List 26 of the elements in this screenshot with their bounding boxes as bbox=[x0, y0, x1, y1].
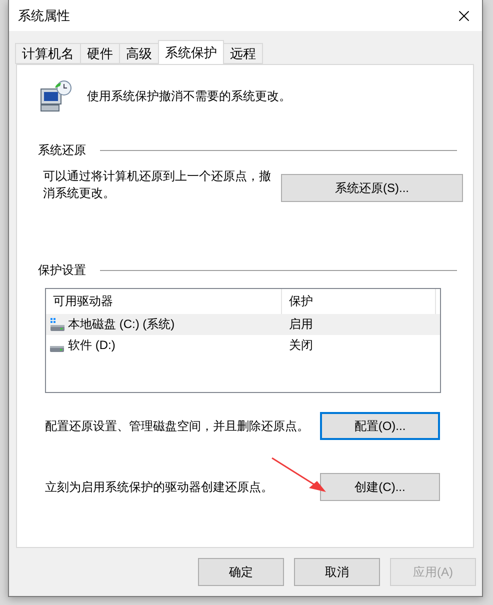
restore-description: 可以通过将计算机还原到上一个还原点，撤消系统更改。 bbox=[43, 168, 272, 202]
dialog-button[interactable]: 确定 bbox=[198, 558, 284, 586]
group-heading: 系统还原 bbox=[38, 142, 86, 159]
drive-icon bbox=[50, 346, 64, 352]
intro-text: 使用系统保护撤消不需要的系统更改。 bbox=[87, 88, 291, 104]
protection-status: 关闭 bbox=[288, 337, 314, 354]
action-description: 配置还原设置、管理磁盘空间，并且删除还原点。 bbox=[45, 418, 309, 434]
protection-status: 启用 bbox=[288, 316, 314, 333]
group-heading: 保护设置 bbox=[38, 262, 86, 279]
computer-restore-icon bbox=[39, 80, 73, 112]
tab[interactable]: 系统保护 bbox=[158, 40, 224, 64]
window-title: 系统属性 bbox=[18, 6, 70, 24]
tab[interactable]: 远程 bbox=[223, 43, 263, 64]
action-button[interactable]: 配置(O)... bbox=[320, 412, 440, 440]
action-description: 立刻为启用系统保护的驱动器创建还原点。 bbox=[45, 478, 273, 496]
system-drive-icon bbox=[50, 318, 65, 331]
tab[interactable]: 硬件 bbox=[80, 43, 120, 64]
system-restore-button[interactable]: 系统还原(S)... bbox=[281, 174, 463, 202]
drive-name: 软件 (D:) bbox=[68, 337, 116, 354]
drive-row[interactable]: 本地磁盘 (C:) (系统) 启用 bbox=[46, 314, 440, 335]
action-button[interactable]: 创建(C)... bbox=[320, 473, 440, 501]
annotation-arrow bbox=[271, 457, 327, 493]
dialog-button[interactable]: 取消 bbox=[294, 558, 380, 586]
tab[interactable]: 高级 bbox=[119, 43, 159, 64]
tab[interactable]: 计算机名 bbox=[15, 43, 81, 64]
drive-name: 本地磁盘 (C:) (系统) bbox=[68, 316, 175, 333]
